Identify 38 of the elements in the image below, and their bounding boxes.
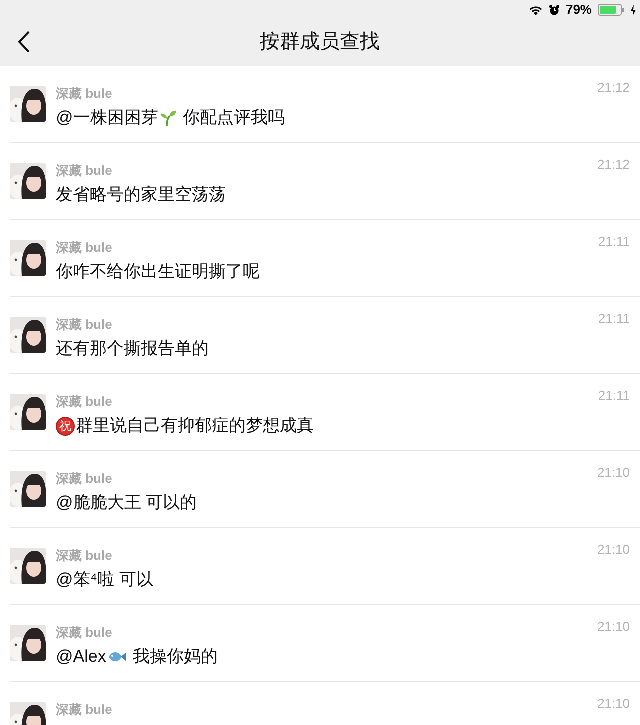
message-time: 21:10 bbox=[597, 542, 630, 558]
message-time: 21:10 bbox=[597, 619, 630, 635]
message-text: 我操你妈的 bbox=[132, 646, 218, 668]
message-text: 还有那个撕报告单的 bbox=[56, 338, 209, 360]
battery-icon bbox=[598, 4, 625, 16]
message-text: 你咋不给你出生证明撕了呢 bbox=[56, 261, 260, 283]
sender-name: 深藏 bule bbox=[56, 163, 112, 179]
fish-icon bbox=[107, 650, 128, 664]
sender-name: 深藏 bule bbox=[56, 548, 112, 564]
sender-name: 深藏 bule bbox=[56, 86, 112, 102]
message-time: 21:11 bbox=[598, 388, 630, 404]
message-time: 21:11 bbox=[598, 311, 630, 327]
message-text: 发省略号的家里空荡荡 bbox=[56, 184, 226, 206]
blessing-badge: 祝 bbox=[56, 416, 75, 436]
sender-name: 深藏 bule bbox=[56, 240, 112, 256]
message-time: 21:10 bbox=[597, 465, 630, 481]
sender-name: 深藏 bule bbox=[56, 625, 112, 641]
sender-name: 深藏 bule bbox=[56, 471, 112, 487]
wifi-icon bbox=[528, 4, 543, 16]
back-chevron-icon bbox=[18, 31, 30, 53]
battery-percentage: 79% bbox=[566, 1, 592, 20]
page-title: 按群成员查找 bbox=[260, 30, 380, 55]
message-time: 21:12 bbox=[597, 157, 630, 173]
message-time: 21:11 bbox=[598, 234, 630, 250]
message-text: @笨⁴啦 可以 bbox=[56, 569, 154, 591]
message-text: 群里说自己有抑郁症的梦想成真 bbox=[76, 415, 314, 437]
message-text: @一株困困芽 bbox=[56, 107, 158, 129]
sprout-icon bbox=[159, 109, 178, 127]
sender-name: 深藏 bule bbox=[56, 394, 112, 410]
sender-name: 深藏 bule bbox=[56, 702, 112, 718]
message-text: @脆脆大王 可以的 bbox=[56, 492, 197, 514]
message-time: 21:10 bbox=[597, 696, 630, 712]
message-text: 你配点评我吗 bbox=[182, 107, 285, 129]
sender-name: 深藏 bule bbox=[56, 317, 112, 333]
message-text: @Alex bbox=[56, 646, 106, 668]
charging-bolt-icon bbox=[631, 4, 636, 16]
message-time: 21:12 bbox=[597, 80, 630, 96]
alarm-clock-icon bbox=[548, 4, 560, 16]
